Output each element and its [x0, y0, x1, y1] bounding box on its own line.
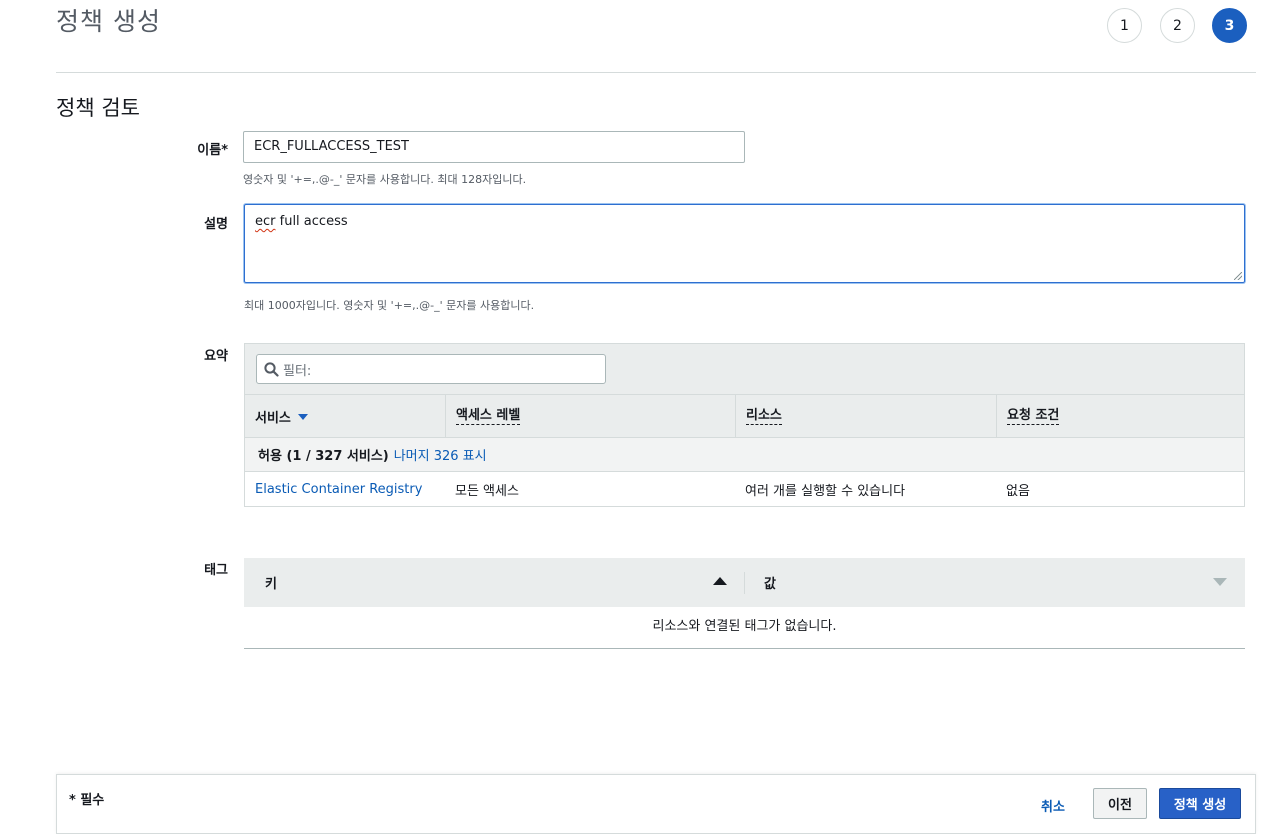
- column-service[interactable]: 서비스: [245, 395, 445, 438]
- caret-down-icon[interactable]: [1213, 578, 1227, 586]
- summary-label: 요약: [204, 349, 228, 364]
- tag-value-header[interactable]: 값: [764, 558, 776, 607]
- description-text: full access: [275, 214, 348, 229]
- service-link[interactable]: Elastic Container Registry: [245, 472, 422, 506]
- column-access-level[interactable]: 액세스 레벨: [445, 395, 735, 438]
- access-level-cell: 모든 액세스: [455, 483, 519, 499]
- tags-table-header: 키 값: [244, 558, 1245, 607]
- column-divider: [744, 572, 745, 594]
- resource-cell: 여러 개를 실행할 수 있습니다: [745, 483, 906, 499]
- required-note: * 필수: [69, 793, 105, 808]
- condition-cell: 없음: [1006, 483, 1030, 499]
- group-row-title: 허용 (1 / 327 서비스): [258, 449, 389, 464]
- description-label: 설명: [204, 217, 228, 232]
- column-resource-label: 리소스: [746, 408, 782, 425]
- description-misspelled-word: ecr: [255, 214, 276, 229]
- filter-input[interactable]: 필터:: [256, 354, 606, 384]
- description-hint: 최대 1000자입니다. 영숫자 및 '+=,.@-_' 문자를 사용합니다.: [244, 299, 535, 312]
- summary-table: 필터: 서비스 액세스 레벨 리소스 요청 조건 허용 (1 / 327 서비스…: [244, 343, 1245, 507]
- description-textarea[interactable]: ecr full access: [244, 204, 1245, 283]
- name-hint: 영숫자 및 '+=,.@-_' 문자를 사용합니다. 최대 128자입니다.: [243, 173, 527, 186]
- column-request-condition-label: 요청 조건: [1007, 408, 1060, 425]
- resize-handle[interactable]: [1234, 272, 1242, 280]
- caret-up-icon[interactable]: [713, 577, 727, 585]
- step-indicator-3: 3: [1212, 8, 1247, 43]
- tags-label: 태그: [204, 563, 228, 578]
- column-resource[interactable]: 리소스: [735, 395, 996, 438]
- name-label: 이름*: [197, 143, 228, 158]
- cancel-button[interactable]: 취소: [1041, 796, 1065, 815]
- column-request-condition[interactable]: 요청 조건: [996, 395, 1246, 438]
- tags-table: 키 값 리소스와 연결된 태그가 없습니다.: [244, 558, 1245, 649]
- page-title: 정책 생성: [56, 7, 161, 36]
- show-remaining-link[interactable]: 나머지 326 표시: [394, 445, 487, 464]
- step-indicator-2: 2: [1160, 8, 1195, 43]
- footer-bar: * 필수 취소 이전 정책 생성: [56, 774, 1256, 834]
- tag-key-header[interactable]: 키: [265, 558, 277, 607]
- step-indicator-1: 1: [1107, 8, 1142, 43]
- tags-empty-message: 리소스와 연결된 태그가 없습니다.: [652, 619, 837, 634]
- caret-down-icon: [297, 413, 308, 420]
- name-input[interactable]: ECR_FULLACCESS_TEST: [243, 131, 745, 163]
- section-title: 정책 검토: [56, 96, 140, 120]
- create-policy-button[interactable]: 정책 생성: [1159, 788, 1241, 819]
- search-icon: [264, 362, 279, 377]
- service-name[interactable]: Elastic Container Registry: [255, 482, 422, 497]
- previous-button[interactable]: 이전: [1093, 788, 1147, 819]
- summary-table-header: 서비스 액세스 레벨 리소스 요청 조건: [245, 395, 1244, 438]
- summary-toolbar: 필터:: [245, 344, 1244, 395]
- table-row: Elastic Container Registry 모든 액세스 여러 개를 …: [245, 472, 1244, 506]
- header-divider: [56, 72, 1256, 73]
- column-access-level-label: 액세스 레벨: [456, 408, 521, 425]
- group-row-allow: 허용 (1 / 327 서비스) 나머지 326 표시: [245, 438, 1244, 472]
- column-service-label: 서비스: [255, 411, 291, 426]
- filter-placeholder: 필터:: [283, 363, 312, 379]
